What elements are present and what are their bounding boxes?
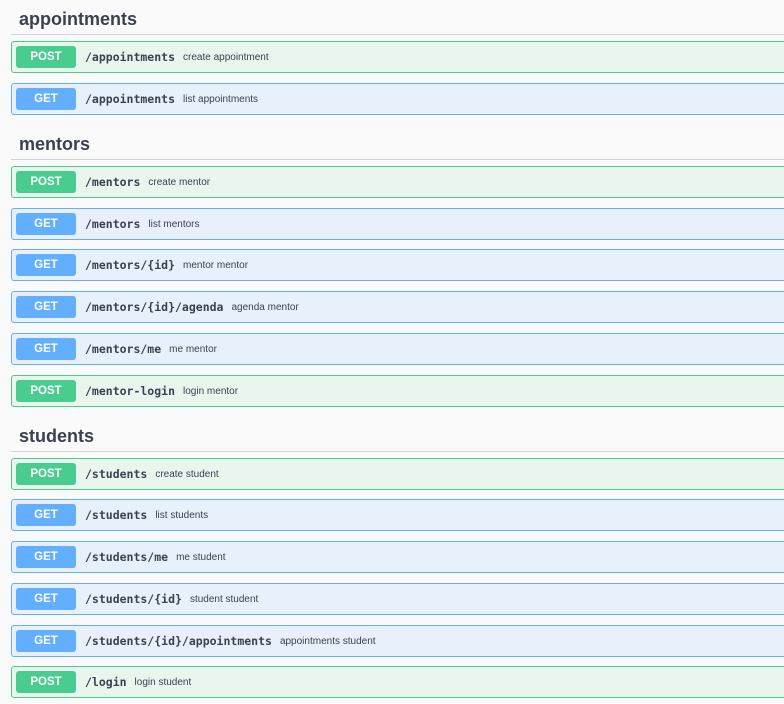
method-badge: POST — [16, 463, 76, 485]
method-badge: GET — [16, 546, 76, 568]
operation-path: /students/{id} — [85, 592, 182, 606]
operation-get-mentors[interactable]: GET /mentors list mentors — [11, 208, 784, 240]
operation-get-appointments[interactable]: GET /appointments list appointments — [11, 83, 784, 115]
operation-path: /students — [85, 508, 148, 522]
operation-summary: agenda mentor — [231, 301, 299, 313]
operation-summary: create appointment — [183, 51, 269, 63]
group-header-students[interactable]: students — [11, 425, 784, 452]
method-badge: GET — [16, 88, 76, 110]
operation-summary: list students — [155, 509, 209, 521]
method-badge: GET — [16, 630, 76, 652]
operation-path: /mentors — [85, 217, 141, 231]
method-badge: GET — [16, 588, 76, 610]
operation-summary: login student — [134, 676, 192, 688]
operation-summary: list appointments — [183, 93, 259, 105]
operation-path: /mentors/{id} — [85, 258, 176, 272]
group-header-appointments[interactable]: appointments — [11, 8, 784, 35]
method-badge: POST — [16, 671, 76, 693]
operation-get-student-by-id[interactable]: GET /students/{id} student student — [11, 583, 784, 615]
group-title: students — [19, 426, 95, 446]
operation-path: /mentors/me — [85, 342, 162, 356]
api-docs-page: appointments POST /appointments create a… — [0, 0, 784, 704]
method-badge: GET — [16, 213, 76, 235]
method-badge: POST — [16, 171, 76, 193]
method-badge: GET — [16, 296, 76, 318]
operation-get-mentor-by-id[interactable]: GET /mentors/{id} mentor mentor — [11, 249, 784, 281]
operation-summary: login mentor — [183, 385, 239, 397]
operation-post-mentor-login[interactable]: POST /mentor-login login mentor — [11, 375, 784, 407]
operation-path: /mentors/{id}/agenda — [85, 300, 224, 314]
group-title: mentors — [19, 134, 91, 154]
operation-path: /appointments — [85, 92, 176, 106]
operation-path: /mentors — [85, 175, 141, 189]
operation-summary: me student — [176, 551, 226, 563]
group-title: appointments — [19, 9, 138, 29]
operation-get-student-appointments[interactable]: GET /students/{id}/appointments appointm… — [11, 625, 784, 657]
operation-get-students-me[interactable]: GET /students/me me student — [11, 541, 784, 573]
operation-summary: create mentor — [148, 176, 211, 188]
group-header-mentors[interactable]: mentors — [11, 133, 784, 160]
operation-summary: me mentor — [169, 343, 217, 355]
operation-summary: appointments student — [279, 635, 376, 647]
operation-post-students[interactable]: POST /students create student — [11, 458, 784, 490]
operation-get-mentor-agenda[interactable]: GET /mentors/{id}/agenda agenda mentor — [11, 291, 784, 323]
operation-post-mentors[interactable]: POST /mentors create mentor — [11, 166, 784, 198]
operation-summary: create student — [155, 468, 219, 480]
operation-summary: student student — [189, 593, 259, 605]
method-badge: GET — [16, 504, 76, 526]
operation-path: /students — [85, 467, 148, 481]
operation-path: /mentor-login — [85, 384, 176, 398]
operation-path: /students/{id}/appointments — [85, 634, 272, 648]
method-badge: GET — [16, 254, 76, 276]
operation-path: /students/me — [85, 550, 169, 564]
operation-summary: mentor mentor — [183, 259, 249, 271]
operation-get-mentors-me[interactable]: GET /mentors/me me mentor — [11, 333, 784, 365]
operation-path: /appointments — [85, 50, 176, 64]
method-badge: POST — [16, 380, 76, 402]
operation-post-login[interactable]: POST /login login student — [11, 666, 784, 698]
operation-summary: list mentors — [148, 218, 200, 230]
operation-get-students[interactable]: GET /students list students — [11, 499, 784, 531]
operation-path: /login — [85, 675, 127, 689]
method-badge: POST — [16, 46, 76, 68]
method-badge: GET — [16, 338, 76, 360]
operation-post-appointments[interactable]: POST /appointments create appointment — [11, 41, 784, 73]
